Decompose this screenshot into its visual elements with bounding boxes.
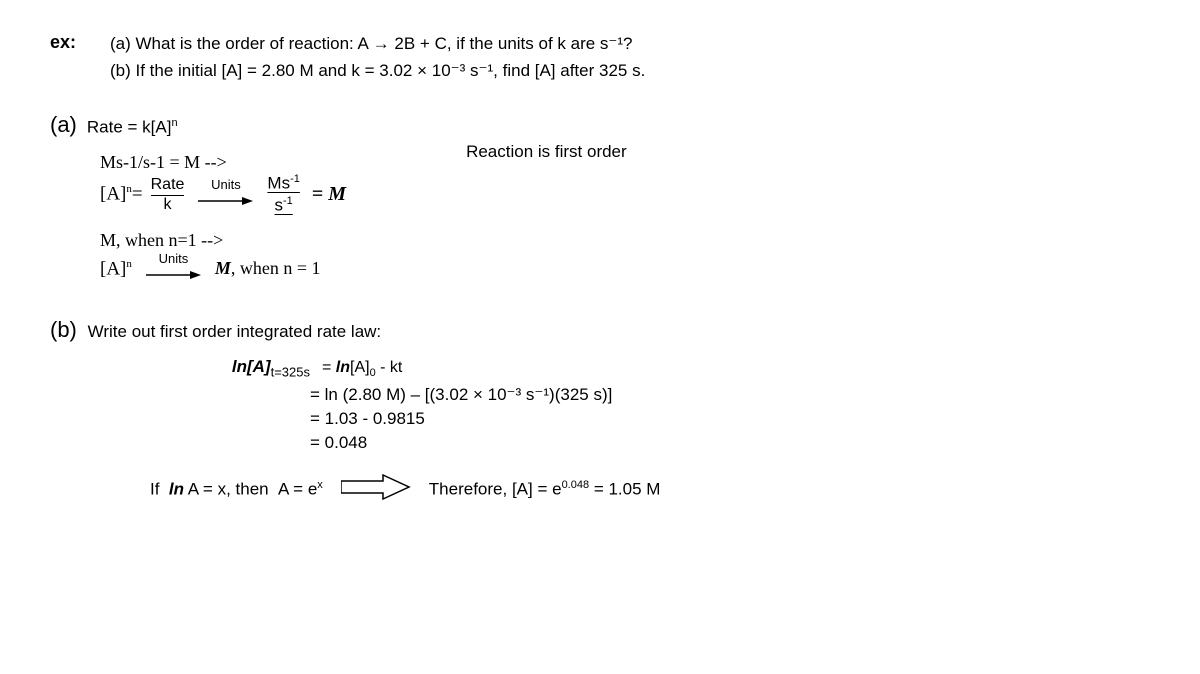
rate-over-k: Rate k	[151, 176, 185, 214]
reaction-note: Reaction is first order	[466, 142, 627, 162]
rhs-line4: = 0.048	[310, 433, 1150, 453]
m-when-n: M, when n = 1	[215, 258, 321, 279]
therefore-statement: Therefore, [A] = e0.048 = 1.05 M	[429, 479, 661, 500]
units-arrow-wrapper: Units	[198, 177, 253, 213]
bracket-an2: [A]n	[100, 258, 132, 280]
units-label-top: Units	[211, 177, 241, 192]
rhs-line3: = 1.03 - 0.9815	[310, 409, 1150, 429]
bracket-an: [A]n=	[100, 183, 143, 205]
ln-rhs1: = ln[A]0 - kt	[322, 359, 402, 379]
rhs-line2: = ln (2.80 M) – [(3.02 × 10⁻³ s⁻¹)(325 s…	[310, 385, 1150, 405]
hollow-arrow	[341, 473, 411, 506]
units-arrow-wrapper2: Units	[146, 251, 201, 287]
arrow-right-units2	[146, 266, 201, 287]
intro-line2: (b) If the initial [A] = 2.80 M and k = …	[110, 57, 645, 84]
ln-lhs: ln[A]t=325s	[150, 357, 310, 379]
part-b-description: Write out first order integrated rate la…	[88, 322, 382, 341]
ms-fraction: Ms-1 s-1	[267, 173, 299, 215]
part-a-equation: Rate = k[A]n	[87, 117, 178, 138]
if-statement: If ln A = x, then A = ex	[150, 479, 323, 500]
intro-line1: (a) What is the order of reaction: A → 2…	[110, 30, 645, 57]
equals-M: = M	[312, 183, 346, 206]
ex-label: ex:	[50, 30, 90, 53]
arrow-right-units	[198, 192, 253, 213]
units-label-top2: Units	[159, 251, 189, 266]
part-a-label: (a)	[50, 112, 77, 138]
part-b-label: (b)	[50, 317, 77, 342]
